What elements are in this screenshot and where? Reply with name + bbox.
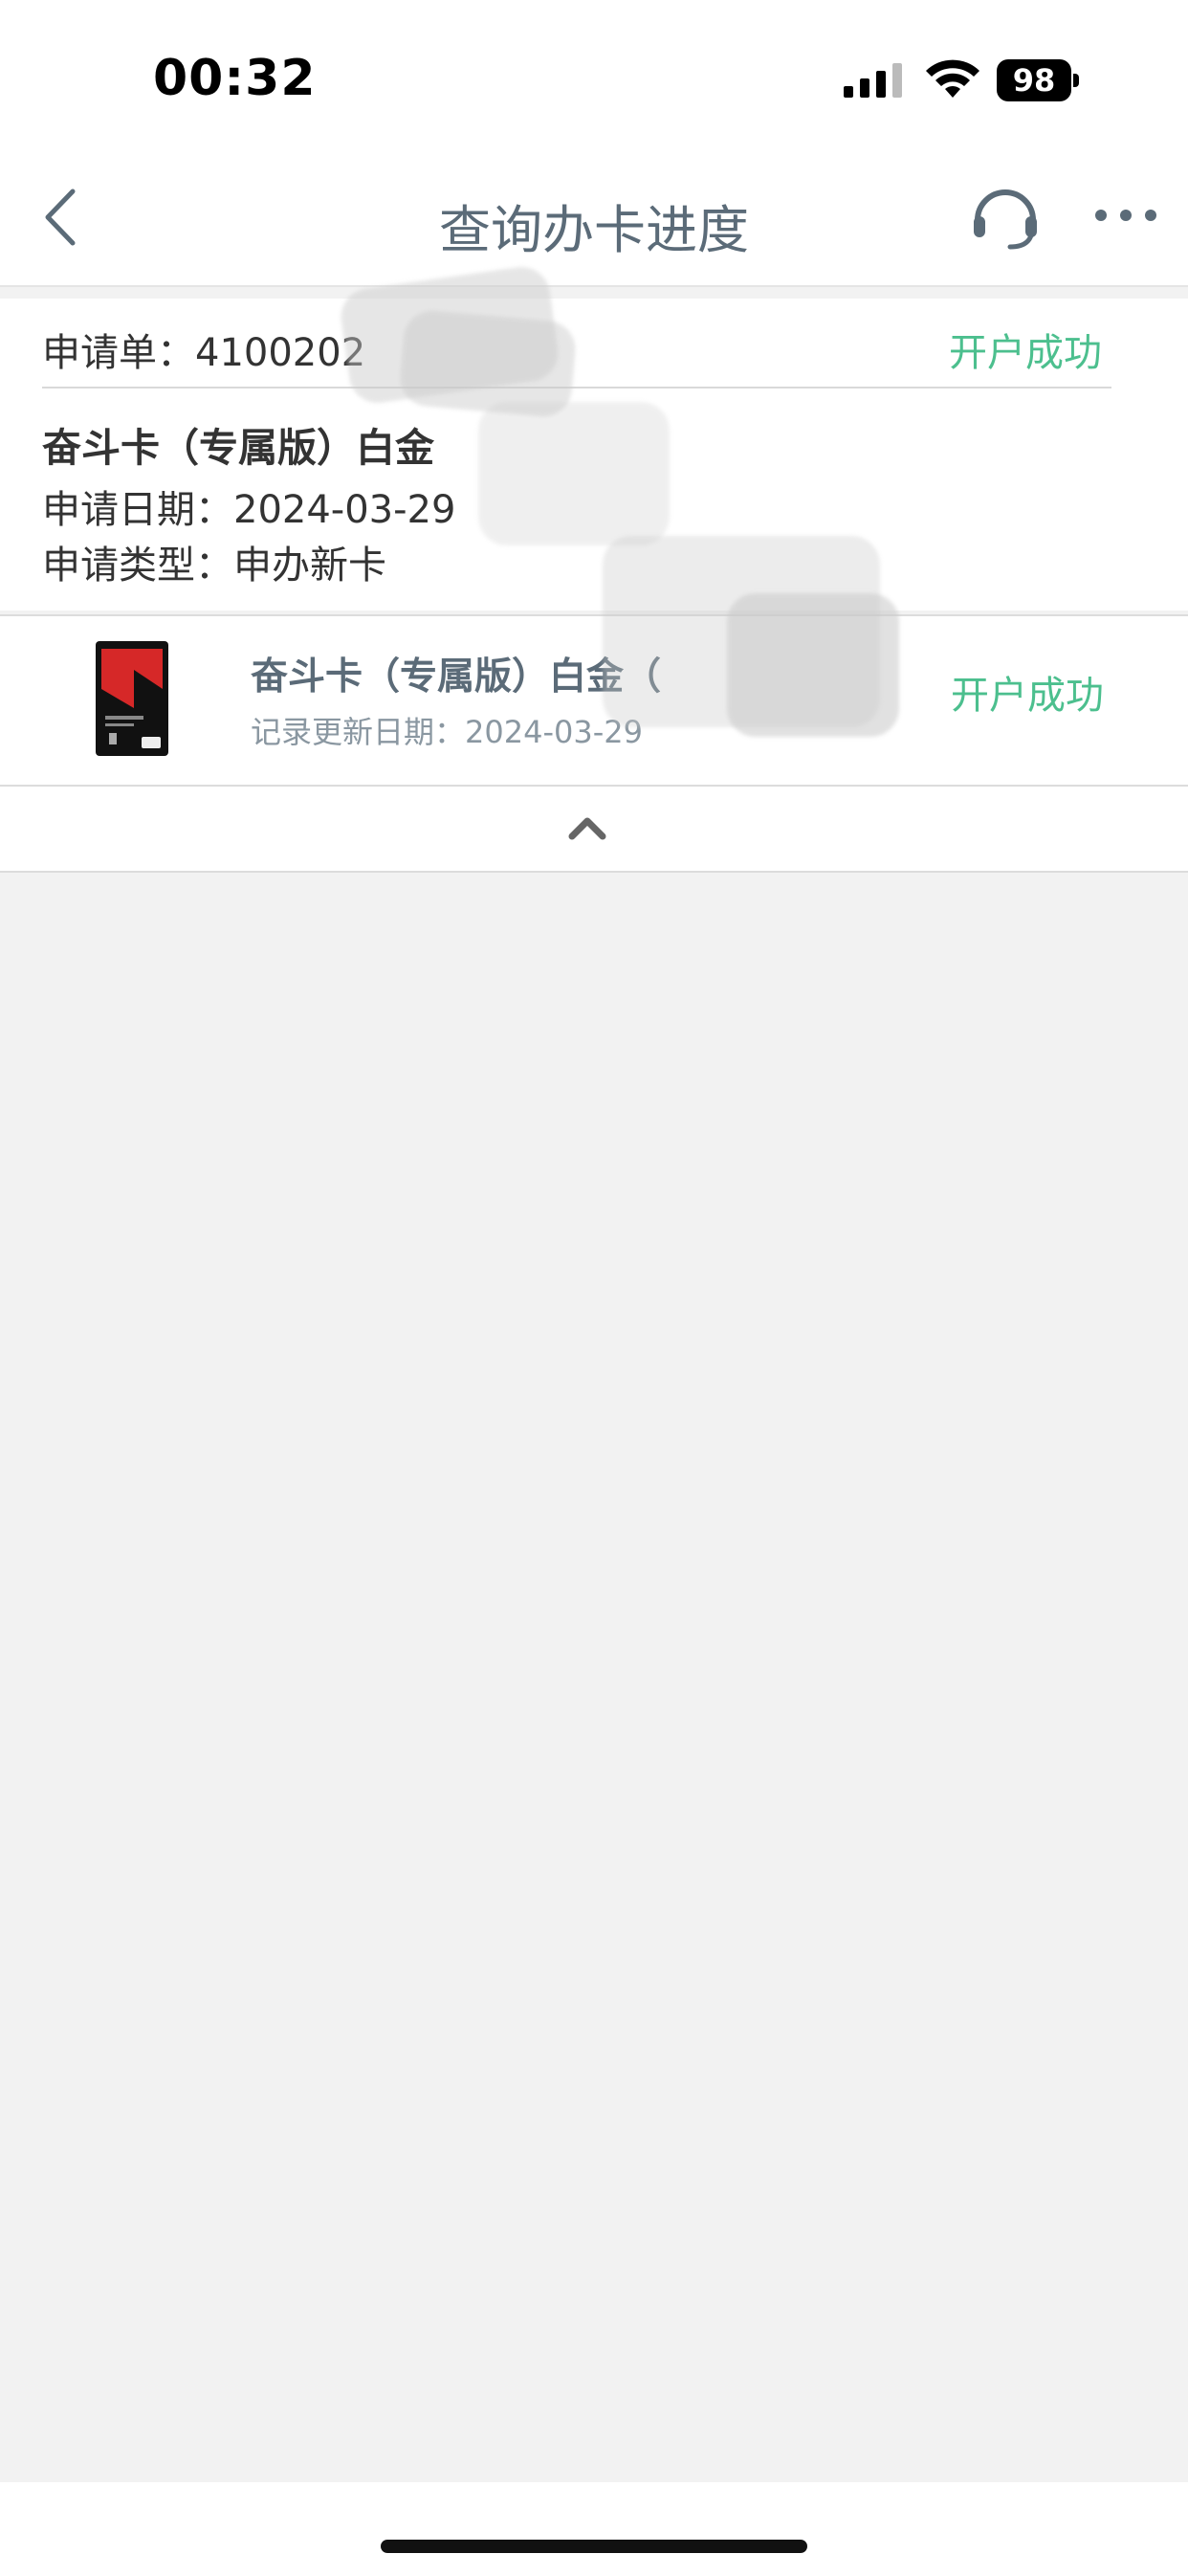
battery-level: 98 (997, 59, 1071, 101)
redaction-scribble (478, 402, 670, 545)
more-dots-icon[interactable] (1092, 205, 1159, 226)
chevron-up-icon[interactable] (566, 813, 608, 842)
battery-icon: 98 (997, 59, 1081, 101)
apply-type: 申请类型：申办新卡 (42, 544, 386, 588)
header-area: 00:32 98 查询办卡进度 (0, 0, 1188, 287)
bottom-bar (0, 2482, 1188, 2576)
card-item-update-date: 记录更新日期：2024-03-29 (251, 714, 643, 750)
status-time: 00:32 (153, 50, 317, 107)
application-status: 开户成功 (949, 331, 1102, 375)
cellular-signal-icon (844, 63, 902, 98)
card-item-status: 开户成功 (951, 674, 1104, 718)
application-number: 申请单：4100202 (42, 331, 366, 375)
redaction-scribble (727, 593, 899, 737)
card-item-name: 奋斗卡（专属版）白金（ (251, 655, 662, 699)
collapse-toggle[interactable] (0, 787, 1188, 873)
apply-date: 申请日期：2024-03-29 (42, 488, 456, 532)
wifi-icon (926, 59, 979, 98)
product-title: 奋斗卡（专属版）白金 (42, 425, 434, 471)
credit-card-thumbnail (96, 641, 168, 756)
nav-divider (0, 285, 1188, 287)
card-item-row[interactable]: 奋斗卡（专属版）白金（ 记录更新日期：2024-03-29 开户成功 (0, 614, 1188, 787)
headset-service-icon[interactable] (968, 178, 1043, 253)
home-indicator[interactable] (381, 2540, 807, 2553)
card-divider (42, 387, 1111, 389)
